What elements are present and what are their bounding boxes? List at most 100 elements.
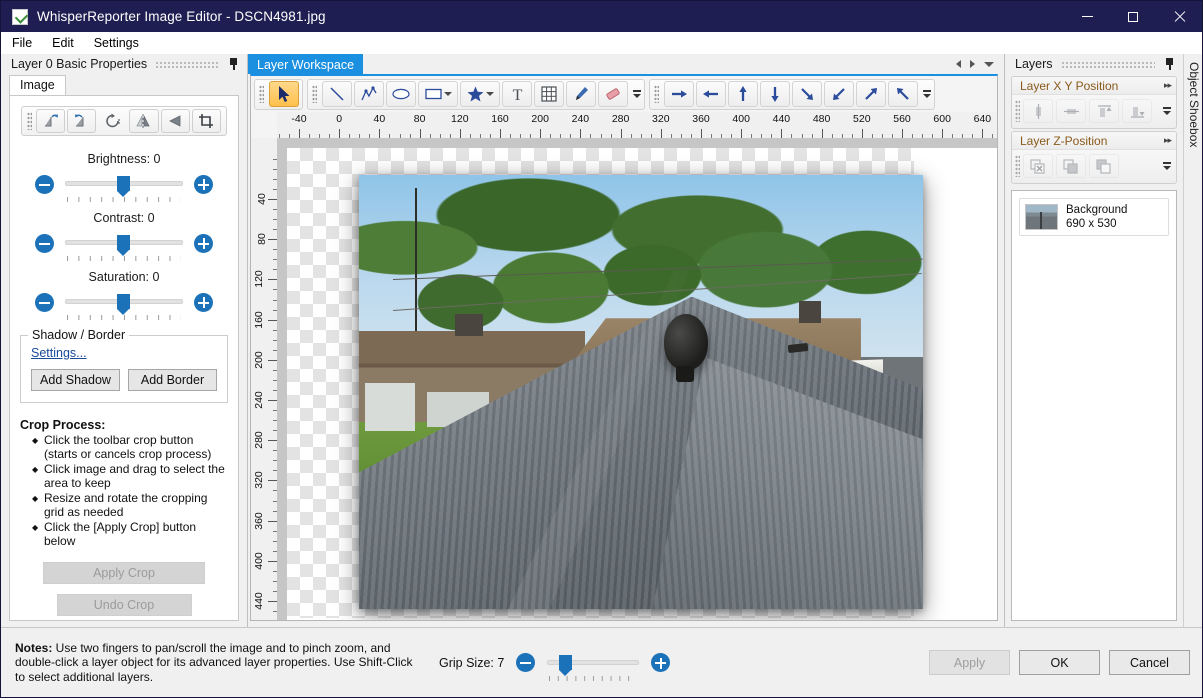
contrast-increase-button[interactable] xyxy=(194,233,213,253)
star-tool[interactable] xyxy=(460,81,500,107)
close-icon xyxy=(1173,11,1185,23)
undo-crop-button[interactable]: Undo Crop xyxy=(56,594,192,616)
text-tool[interactable]: T xyxy=(502,81,532,107)
toolbar-grip[interactable] xyxy=(654,85,659,103)
brightness-increase-button[interactable] xyxy=(194,174,213,194)
prev-tab-icon[interactable] xyxy=(956,60,961,68)
flip-horizontal-icon[interactable] xyxy=(129,109,159,133)
arrow-up-right-tool[interactable] xyxy=(856,81,886,107)
apply-button[interactable]: Apply xyxy=(929,650,1010,675)
pin-icon[interactable] xyxy=(1163,57,1176,71)
layer-xy-title: Layer X Y Position xyxy=(1020,78,1119,93)
contrast-thumb[interactable] xyxy=(117,235,130,256)
brightness-slider[interactable] xyxy=(65,173,183,202)
contrast-slider[interactable] xyxy=(65,232,183,261)
saturation-slider[interactable] xyxy=(65,291,183,320)
toolbar-grip[interactable] xyxy=(312,85,317,103)
brush-tool[interactable] xyxy=(566,81,596,107)
object-shoebox-tab[interactable]: Object Shoebox xyxy=(1183,54,1202,629)
arrow-right-tool[interactable] xyxy=(664,81,694,107)
tab-image[interactable]: Image xyxy=(9,75,66,95)
panel-drag-grip[interactable] xyxy=(155,60,219,68)
image-canvas[interactable] xyxy=(277,138,997,620)
tab-layer-workspace[interactable]: Layer Workspace xyxy=(248,54,364,74)
xy-toolbar-overflow-button[interactable] xyxy=(1163,107,1171,115)
shadow-border-settings-link[interactable]: Settings... xyxy=(31,346,87,360)
align-middle-vertical-icon[interactable] xyxy=(1056,99,1086,123)
arrow-left-tool[interactable] xyxy=(696,81,726,107)
ruler-tick-label: 280 xyxy=(253,431,266,449)
layers-list[interactable]: Background 690 x 530 xyxy=(1011,190,1177,621)
ruler-tick-label: 280 xyxy=(611,113,630,125)
panel-drag-grip[interactable] xyxy=(1060,60,1155,68)
ok-button[interactable]: OK xyxy=(1019,650,1100,675)
cancel-button[interactable]: Cancel xyxy=(1109,650,1190,675)
brightness-decrease-button[interactable] xyxy=(35,174,54,194)
toolbar-grip[interactable] xyxy=(27,112,32,130)
arrow-down-left-tool[interactable] xyxy=(824,81,854,107)
toolbar-overflow-button[interactable] xyxy=(631,81,642,107)
grid-tool[interactable] xyxy=(534,81,564,107)
chevron-down-icon[interactable] xyxy=(443,92,452,96)
pin-icon[interactable] xyxy=(227,57,240,71)
close-button[interactable] xyxy=(1156,1,1202,32)
arrow-down-right-tool[interactable] xyxy=(792,81,822,107)
align-center-horizontal-icon[interactable] xyxy=(1023,99,1053,123)
grip-size-slider[interactable] xyxy=(547,652,640,681)
menu-edit[interactable]: Edit xyxy=(43,34,83,52)
saturation-thumb[interactable] xyxy=(117,294,130,315)
line-tool[interactable] xyxy=(322,81,352,107)
align-bottom-icon[interactable] xyxy=(1122,99,1152,123)
crop-icon[interactable] xyxy=(191,109,221,133)
arrow-down-tool[interactable] xyxy=(760,81,790,107)
crop-step: Click the toolbar crop button (starts or… xyxy=(32,433,230,461)
rectangle-tool[interactable] xyxy=(418,81,458,107)
expand-chevron-icon[interactable]: ▸▸ xyxy=(1164,135,1172,146)
arrow-up-left-tool[interactable] xyxy=(888,81,918,107)
z-toolbar-overflow-button[interactable] xyxy=(1163,162,1171,170)
list-item[interactable]: Background 690 x 530 xyxy=(1019,198,1169,236)
maximize-button[interactable] xyxy=(1110,1,1156,32)
saturation-increase-button[interactable] xyxy=(194,292,213,312)
arrow-up-tool[interactable] xyxy=(728,81,758,107)
ruler-major-tick xyxy=(268,199,277,200)
add-border-button[interactable]: Add Border xyxy=(128,369,217,391)
arrow-toolbar-overflow-button[interactable] xyxy=(921,81,932,107)
menu-settings[interactable]: Settings xyxy=(85,34,148,52)
next-tab-icon[interactable] xyxy=(970,60,975,68)
toolbar-grip[interactable] xyxy=(1015,100,1020,122)
delete-layer-icon[interactable] xyxy=(1023,154,1053,178)
contrast-decrease-button[interactable] xyxy=(35,233,54,253)
align-top-icon[interactable] xyxy=(1089,99,1119,123)
bring-forward-icon[interactable] xyxy=(1056,154,1086,178)
rotate-left-icon[interactable] xyxy=(35,109,65,133)
transform-toolbar xyxy=(21,106,227,136)
minimize-button[interactable] xyxy=(1064,1,1110,32)
toolbar-grip[interactable] xyxy=(1015,155,1020,177)
polyline-tool[interactable] xyxy=(354,81,384,107)
chevron-down-icon[interactable] xyxy=(485,92,494,96)
select-cursor-tool[interactable] xyxy=(269,81,299,107)
rotate-free-icon[interactable] xyxy=(98,109,127,133)
add-shadow-button[interactable]: Add Shadow xyxy=(31,369,120,391)
apply-crop-button[interactable]: Apply Crop xyxy=(43,562,205,584)
grip-size-increase-button[interactable] xyxy=(651,653,671,672)
eraser-tool[interactable] xyxy=(598,81,628,107)
grip-size-decrease-button[interactable] xyxy=(516,653,536,672)
tab-list-icon[interactable] xyxy=(984,61,994,67)
ruler-major-tick xyxy=(540,129,542,138)
grip-size-thumb[interactable] xyxy=(559,654,573,676)
ellipse-tool[interactable] xyxy=(386,81,416,107)
ruler-major-tick xyxy=(419,129,421,138)
flip-vertical-icon[interactable] xyxy=(160,109,190,133)
menu-file[interactable]: File xyxy=(3,34,41,52)
toolbar-grip[interactable] xyxy=(259,85,264,103)
ruler-tick-label: 320 xyxy=(253,471,266,490)
brightness-thumb[interactable] xyxy=(117,176,130,197)
expand-chevron-icon[interactable]: ▸▸ xyxy=(1164,80,1172,91)
workspace-area: Layer Workspace T -40 0 40 80 120 160 20… xyxy=(248,54,1004,629)
send-backward-icon[interactable] xyxy=(1089,154,1119,178)
rotate-right-icon[interactable] xyxy=(66,109,97,133)
saturation-decrease-button[interactable] xyxy=(35,292,54,312)
layer-background-image[interactable] xyxy=(359,175,923,609)
